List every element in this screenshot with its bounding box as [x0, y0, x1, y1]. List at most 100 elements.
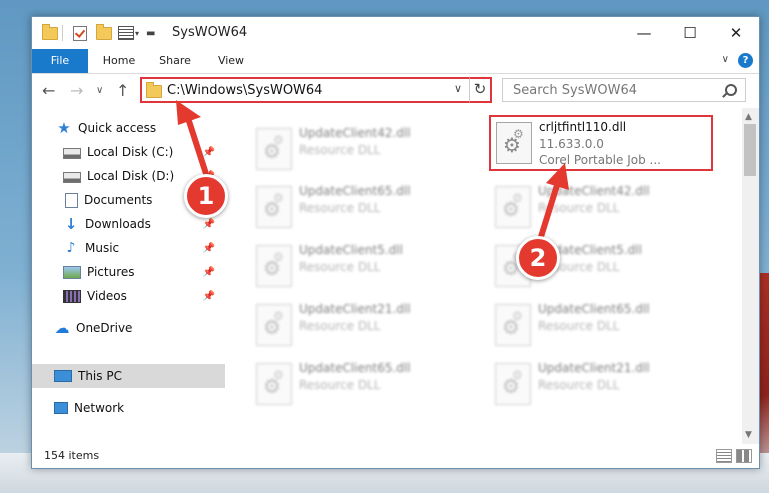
sidebar-item-label: Network — [74, 401, 125, 415]
sidebar-item-label: Videos — [87, 289, 127, 303]
file-name: UpdateClient42.dll — [299, 126, 411, 140]
sidebar-item-label: Music — [85, 241, 120, 255]
recent-locations-button[interactable]: ∨ — [96, 85, 103, 96]
folder-icon[interactable] — [42, 23, 58, 41]
file-type: Resource DLL — [299, 260, 381, 274]
navigation-bar: ← → ∨ ↑ C:\Windows\SysWOW64 ∨ ↻ Search S… — [32, 74, 759, 108]
address-bar[interactable]: C:\Windows\SysWOW64 ∨ — [140, 77, 492, 103]
disk-icon — [63, 148, 81, 159]
scroll-down-icon[interactable]: ▼ — [745, 430, 752, 440]
new-folder-icon[interactable] — [96, 23, 112, 41]
tab-home[interactable]: Home — [94, 49, 144, 73]
sidebar-item-network[interactable]: Network — [32, 396, 225, 420]
file-name: UpdateClient42.dll — [538, 184, 650, 198]
tab-view[interactable]: View — [206, 49, 256, 73]
vertical-scrollbar[interactable]: ▲ ▼ — [742, 108, 759, 444]
sidebar-item-label: Pictures — [87, 265, 135, 279]
sidebar-item-videos[interactable]: Videos 📌 — [32, 284, 225, 308]
ribbon-tabs: File Home Share View ∨ ? — [32, 49, 759, 74]
list-item[interactable]: UpdateClient5.dll Resource DLL — [250, 239, 480, 291]
address-dropdown-icon[interactable]: ∨ — [454, 82, 462, 95]
sidebar-item-label: This PC — [78, 369, 122, 383]
dll-file-icon — [256, 245, 292, 287]
address-path[interactable]: C:\Windows\SysWOW64 — [167, 83, 322, 98]
list-item[interactable]: UpdateClient42.dll Resource DLL — [489, 180, 719, 232]
search-input[interactable]: Search SysWOW64 — [513, 83, 637, 98]
search-icon[interactable] — [725, 84, 737, 96]
file-type: Resource DLL — [538, 378, 620, 392]
back-button[interactable]: ← — [42, 81, 55, 100]
sidebar-item-quick-access[interactable]: ★ Quick access — [32, 116, 225, 140]
list-item[interactable]: UpdateClient42.dll Resource DLL — [250, 122, 480, 174]
close-button[interactable]: ✕ — [713, 17, 759, 49]
file-name: UpdateClient65.dll — [299, 361, 411, 375]
qat-dropdown-icon[interactable]: ▾ — [135, 25, 139, 41]
properties-icon[interactable] — [118, 25, 134, 41]
title-bar: ▾ ▬ SysWOW64 — ☐ ✕ — [32, 17, 759, 49]
dll-file-icon — [495, 304, 531, 346]
file-type: Resource DLL — [538, 319, 620, 333]
sidebar-item-this-pc[interactable]: This PC — [32, 364, 225, 388]
details-view-icon[interactable] — [716, 449, 732, 463]
sidebar-item-label: Documents — [84, 193, 153, 207]
address-folder-icon — [146, 82, 162, 98]
dll-file-icon — [256, 128, 292, 170]
scrollbar-thumb[interactable] — [744, 124, 756, 176]
sidebar-item-pictures[interactable]: Pictures 📌 — [32, 260, 225, 284]
file-explorer-window: ▾ ▬ SysWOW64 — ☐ ✕ File Home Share View … — [31, 16, 760, 469]
properties-check-icon[interactable] — [73, 25, 87, 41]
onedrive-icon: ☁ — [54, 319, 70, 337]
file-type: Resource DLL — [538, 201, 620, 215]
sidebar-item-label: Downloads — [85, 217, 151, 231]
navigation-pane: ★ Quick access Local Disk (C:) 📌 Local D… — [32, 108, 225, 444]
minimize-button[interactable]: — — [621, 17, 667, 49]
large-icons-view-icon[interactable] — [736, 449, 752, 463]
list-item[interactable]: UpdateClient65.dll Resource DLL — [250, 357, 480, 409]
sidebar-item-label: Quick access — [78, 121, 157, 135]
file-type: Resource DLL — [299, 378, 381, 392]
refresh-button[interactable]: ↻ — [469, 77, 492, 103]
file-type: Resource DLL — [299, 319, 381, 333]
dll-file-icon — [495, 186, 531, 228]
music-icon: ♪ — [66, 240, 76, 256]
videos-icon — [63, 289, 81, 303]
search-box[interactable]: Search SysWOW64 — [502, 78, 746, 102]
network-icon — [54, 402, 68, 414]
file-type: Resource DLL — [299, 143, 381, 157]
dll-file-icon — [256, 186, 292, 228]
pin-icon[interactable]: 📌 — [203, 267, 215, 278]
list-item[interactable]: UpdateClient65.dll Resource DLL — [250, 180, 480, 232]
qat-customize-icon[interactable]: ▬ — [146, 25, 155, 41]
tab-file[interactable]: File — [32, 49, 88, 73]
star-icon: ★ — [57, 119, 71, 137]
up-button[interactable]: ↑ — [116, 81, 129, 100]
forward-button[interactable]: → — [70, 81, 83, 100]
pin-icon[interactable]: 📌 — [203, 219, 215, 230]
dll-file-icon — [256, 363, 292, 405]
pin-icon[interactable]: 📌 — [203, 243, 215, 254]
file-highlight-box — [489, 115, 713, 171]
ribbon-collapse-icon[interactable]: ∨ — [722, 54, 729, 65]
item-count: 154 items — [44, 449, 100, 462]
qat-separator — [62, 25, 63, 41]
sidebar-item-local-disk-c[interactable]: Local Disk (C:) 📌 — [32, 140, 225, 164]
downloads-icon: ↓ — [64, 215, 78, 233]
list-item[interactable]: UpdateClient65.dll Resource DLL — [489, 298, 719, 350]
disk-icon — [63, 172, 81, 183]
pin-icon[interactable]: 📌 — [203, 147, 215, 158]
list-item[interactable]: UpdateClient21.dll Resource DLL — [250, 298, 480, 350]
file-name: UpdateClient65.dll — [538, 302, 650, 316]
scroll-up-icon[interactable]: ▲ — [745, 112, 752, 122]
callout-step-2: 2 — [516, 236, 560, 280]
file-name: UpdateClient21.dll — [538, 361, 650, 375]
tab-share[interactable]: Share — [150, 49, 200, 73]
maximize-button[interactable]: ☐ — [667, 17, 713, 49]
pin-icon[interactable]: 📌 — [203, 291, 215, 302]
dll-file-icon — [256, 304, 292, 346]
help-button[interactable]: ? — [738, 53, 753, 68]
sidebar-item-onedrive[interactable]: ☁ OneDrive — [32, 316, 225, 340]
sidebar-item-label: Local Disk (C:) — [87, 145, 174, 159]
file-name: UpdateClient21.dll — [299, 302, 411, 316]
list-item[interactable]: UpdateClient21.dll Resource DLL — [489, 357, 719, 409]
sidebar-item-music[interactable]: ♪ Music 📌 — [32, 236, 225, 260]
